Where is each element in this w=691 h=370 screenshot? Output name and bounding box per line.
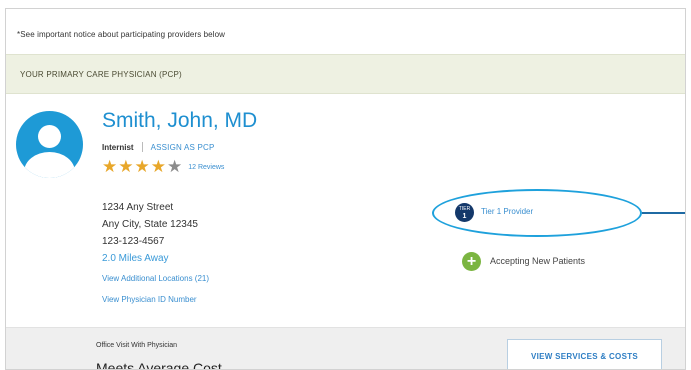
- star-icon: ★: [167, 157, 183, 176]
- tier-badge-number: 1: [462, 213, 467, 220]
- star-icon: ★: [118, 157, 134, 176]
- tier-badge-word: TIER: [458, 206, 471, 212]
- physician-name[interactable]: Smith, John, MD: [102, 109, 257, 133]
- specialty-row: Internist ASSIGN AS PCP: [102, 142, 215, 152]
- tier-provider-link[interactable]: Tier 1 Provider: [481, 207, 533, 216]
- pcp-banner: YOUR PRIMARY CARE PHYSICIAN (PCP): [6, 54, 685, 94]
- avatar-shoulders: [24, 152, 75, 178]
- cost-value: Meets Average Cost: [96, 360, 222, 370]
- cost-section: Office Visit With Physician Meets Averag…: [6, 327, 685, 370]
- tier-callout-line: [642, 212, 685, 214]
- divider: [141, 142, 143, 152]
- accepting-new-patients-label: Accepting New Patients: [490, 256, 586, 266]
- additional-locations-link[interactable]: View Additional Locations (21): [102, 274, 209, 283]
- rating-row: ★★★★★ 12 Reviews: [102, 158, 224, 177]
- view-services-costs-button[interactable]: VIEW SERVICES & COSTS: [507, 339, 662, 369]
- avatar-icon: [16, 111, 83, 178]
- address-line-1: 1234 Any Street: [102, 202, 174, 213]
- participating-providers-notice: *See important notice about participatin…: [17, 30, 226, 39]
- plus-circle-icon: +: [462, 252, 481, 271]
- specialty-label: Internist: [102, 142, 134, 152]
- star-icon: ★: [102, 157, 118, 176]
- address-line-2: Any City, State 12345: [102, 219, 198, 230]
- phone-number: 123-123-4567: [102, 236, 165, 247]
- provider-card: *See important notice about participatin…: [5, 8, 686, 370]
- pcp-banner-label: YOUR PRIMARY CARE PHYSICIAN (PCP): [20, 70, 182, 79]
- physician-id-link[interactable]: View Physician ID Number: [102, 295, 197, 304]
- tier-badge-icon: TIER 1: [455, 203, 474, 222]
- cost-title: Office Visit With Physician: [96, 342, 178, 349]
- reviews-link[interactable]: 12 Reviews: [188, 164, 224, 171]
- distance-link[interactable]: 2.0 Miles Away: [102, 253, 169, 264]
- assign-pcp-link[interactable]: ASSIGN AS PCP: [151, 143, 215, 152]
- star-icon: ★: [134, 157, 150, 176]
- avatar-head: [38, 125, 61, 148]
- star-rating: ★★★★★: [102, 158, 183, 177]
- star-icon: ★: [150, 157, 166, 176]
